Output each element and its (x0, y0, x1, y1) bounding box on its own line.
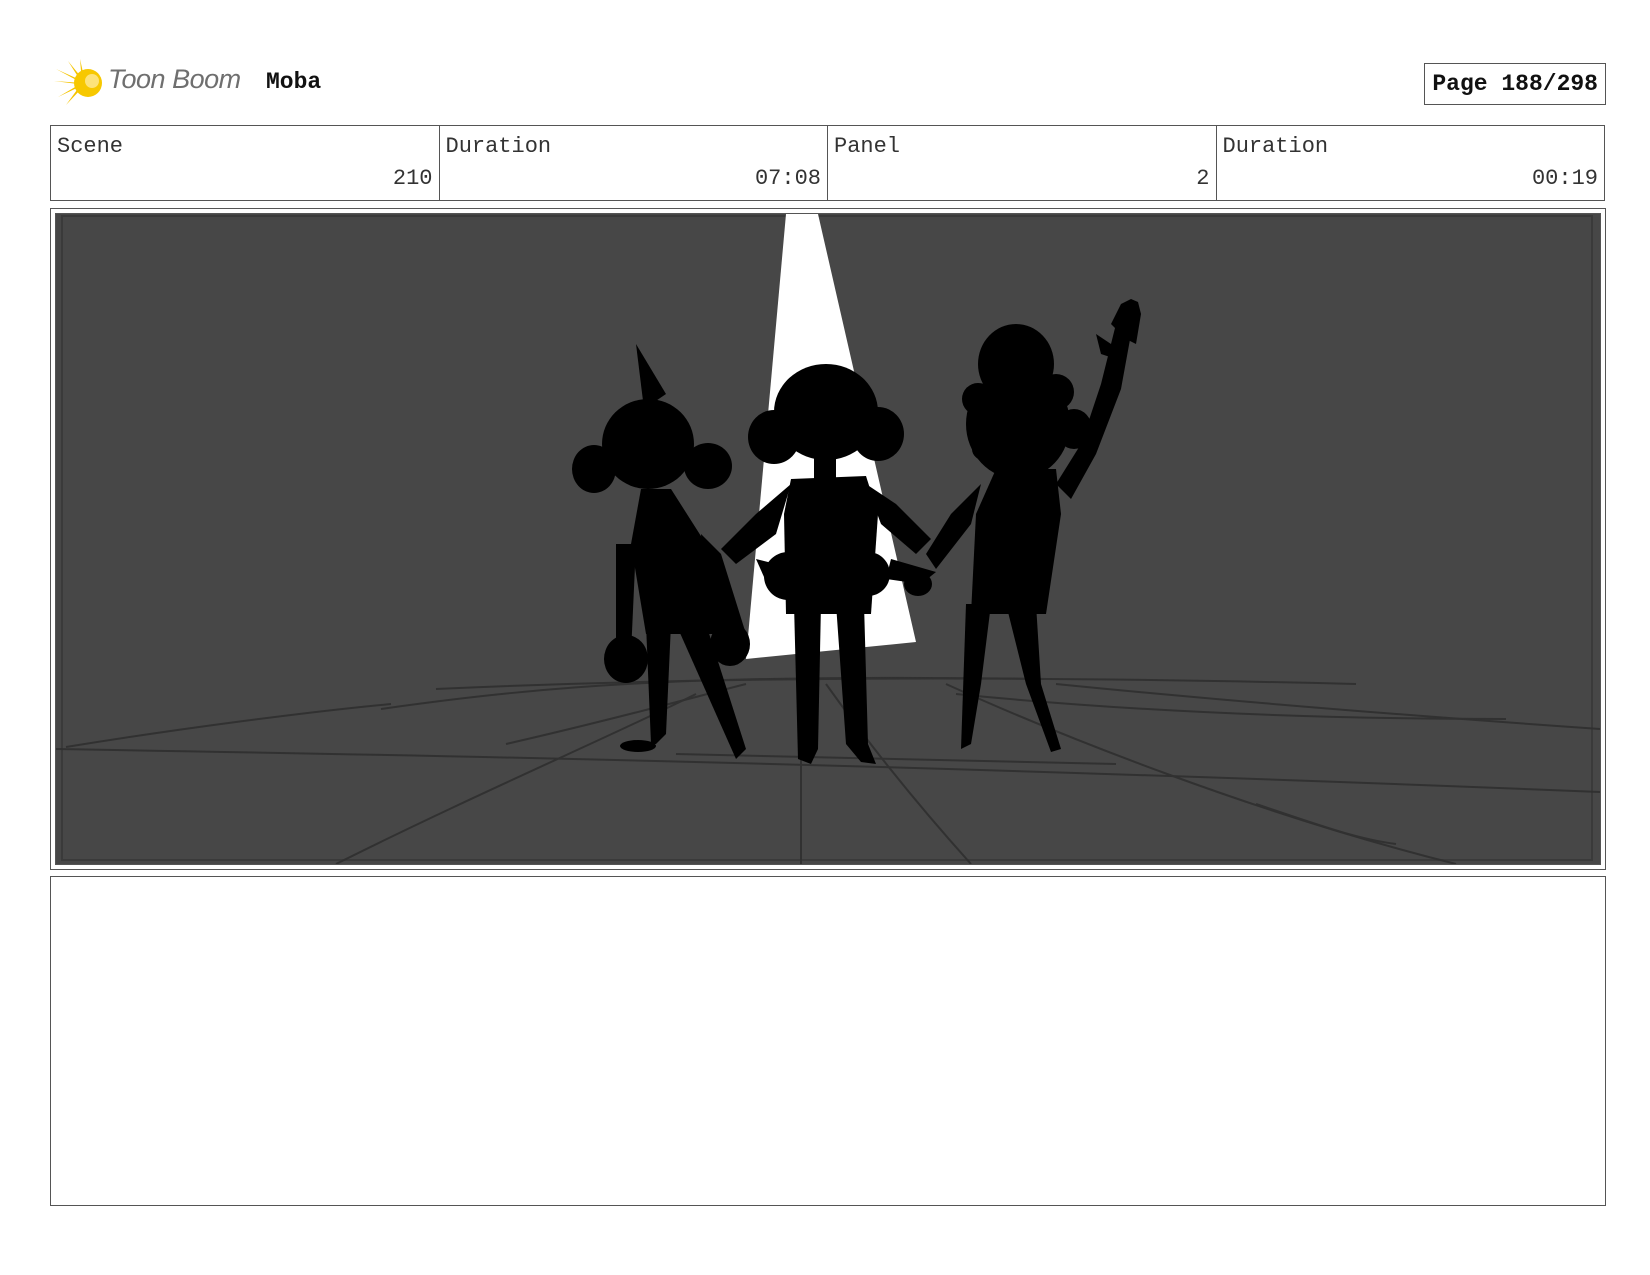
project-title: Moba (266, 69, 322, 95)
scene-value: 210 (392, 166, 433, 191)
panel-notes-area (50, 876, 1606, 1206)
page-header: Toon Boom Moba Page 188/298 (50, 55, 1606, 109)
page-number: Page 188/298 (1424, 63, 1606, 105)
panel-duration-value: 00:19 (1531, 166, 1598, 191)
brand-name: Toon Boom (108, 64, 241, 94)
panel-value: 2 (1196, 166, 1210, 191)
panel-duration-label: Duration (1222, 134, 1329, 159)
scene-info-table: Scene 210 Duration 07:08 Panel 2 Duratio… (50, 125, 1605, 201)
scene-label: Scene (57, 134, 124, 159)
panel-duration-cell: Duration 00:19 (1217, 126, 1605, 200)
panel-cell: Panel 2 (828, 126, 1217, 200)
scene-duration-label: Duration (445, 134, 552, 159)
scene-duration-cell: Duration 07:08 (440, 126, 828, 200)
storyboard-panel (50, 208, 1606, 870)
scene-duration-value: 07:08 (754, 166, 821, 191)
toon-boom-logo-icon (54, 59, 102, 105)
panel-label: Panel (834, 134, 901, 159)
scene-cell: Scene 210 (51, 126, 440, 200)
silhouette-scene (56, 214, 1600, 864)
panel-drawing (55, 213, 1601, 865)
